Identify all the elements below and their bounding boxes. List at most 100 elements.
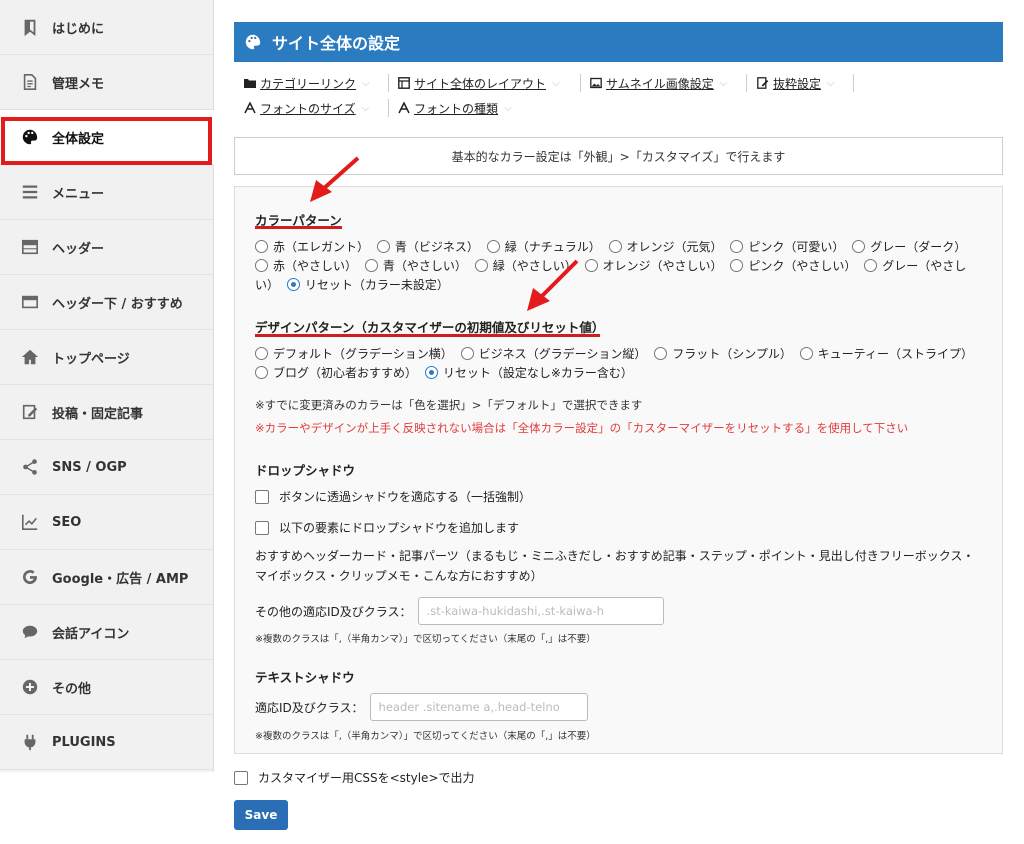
color-pattern-radio[interactable]	[864, 259, 878, 272]
radio-label: フラット（シンプル）	[672, 347, 792, 361]
google-icon	[20, 567, 40, 587]
design-pattern-option[interactable]: リセット（設定なし※カラー含む）	[424, 366, 633, 380]
info-text: 基本的なカラー設定は「外観」>「カスタマイズ」で行えます	[451, 149, 786, 164]
css-output-option[interactable]: カスタマイザー用CSSを<style>で出力	[234, 769, 475, 786]
design-pattern-radio[interactable]	[654, 347, 668, 360]
element-shadow-option[interactable]: 以下の要素にドロップシャドウを追加します	[255, 519, 519, 536]
sidebar-item-chat-icon[interactable]: 会話アイコン	[0, 605, 214, 660]
note-warning: ※カラーやデザインが上手く反映されない場合は「全体カラー設定」の「カスターマイザ…	[255, 421, 909, 435]
design-pattern-radio[interactable]	[424, 366, 438, 379]
design-pattern-radio[interactable]	[255, 347, 268, 360]
radio-label: ビジネス（グラデーション縦）	[478, 347, 647, 361]
annotation-arrow	[310, 156, 360, 202]
sidebar-item-header[interactable]: ヘッダー	[0, 220, 214, 275]
css-output-checkbox[interactable]	[234, 770, 248, 785]
font-size-icon	[244, 102, 256, 114]
color-pattern-option[interactable]: オレンジ（やさしい）	[584, 259, 723, 273]
sidebar-item-label: はじめに	[52, 21, 105, 37]
tab-category-link[interactable]: カテゴリーリンク ⌵	[244, 74, 370, 92]
checkbox-label: カスタマイザー用CSSを<style>で出力	[258, 771, 475, 785]
color-pattern-radio[interactable]	[474, 259, 488, 272]
color-pattern-radio[interactable]	[376, 240, 390, 253]
chevron-down-icon: ⌵	[361, 102, 370, 114]
field-label: 適応ID及びクラス：	[255, 700, 364, 715]
sidebar-item-other[interactable]: その他	[0, 660, 214, 715]
color-pattern-option[interactable]: 青（ビジネス）	[376, 240, 479, 254]
field-label: その他の適応ID及びクラス：	[255, 604, 412, 619]
color-pattern-option[interactable]: 青（やさしい）	[364, 259, 467, 273]
tab-divider	[746, 74, 747, 92]
drop-shadow-class-input[interactable]: .st-kaiwa-hukidashi,.st-kaiwa-h	[417, 597, 664, 625]
tab-label: カテゴリーリンク	[260, 76, 357, 91]
radio-label: ピンク（可愛い）	[748, 240, 845, 254]
image-icon	[590, 77, 602, 89]
design-pattern-radio[interactable]	[799, 347, 813, 360]
design-pattern-radio[interactable]	[255, 366, 268, 379]
header-layout-icon	[20, 237, 40, 257]
color-pattern-radio[interactable]	[486, 240, 500, 253]
color-pattern-option[interactable]: オレンジ（元気）	[608, 240, 723, 254]
tab-font-size[interactable]: フォントのサイズ ⌵	[244, 99, 369, 117]
design-pattern-option[interactable]: ブログ（初心者おすすめ）	[255, 366, 417, 380]
sidebar-item-posts[interactable]: 投稿・固定記事	[0, 385, 214, 440]
design-pattern-option[interactable]: キューティー（ストライプ）	[799, 347, 973, 361]
button-shadow-checkbox[interactable]	[255, 489, 269, 504]
sidebar-item-top-page[interactable]: トップページ	[0, 330, 214, 385]
drop-shadow-description: おすすめヘッダーカード・記事パーツ（まるもじ・ミニふきだし・おすすめ記事・ステッ…	[255, 549, 975, 583]
tab-site-layout[interactable]: サイト全体のレイアウト ⌵	[398, 74, 560, 92]
button-shadow-option[interactable]: ボタンに透過シャドウを適応する（一括強制）	[255, 488, 531, 505]
speech-bubble-icon	[20, 622, 40, 642]
radio-label: 赤（エレガント）	[273, 240, 370, 254]
radio-label: グレー（ダーク）	[870, 240, 967, 254]
color-pattern-radio[interactable]	[255, 240, 268, 253]
active-item-highlight	[1, 117, 212, 165]
color-pattern-option[interactable]: 赤（エレガント）	[255, 240, 369, 254]
design-pattern-option[interactable]: デフォルト（グラデーション横）	[255, 347, 453, 361]
color-pattern-radio[interactable]	[730, 240, 744, 253]
sidebar-item-menu[interactable]: メニュー	[0, 165, 214, 220]
sidebar-item-label: 会話アイコン	[52, 626, 130, 642]
card-icon	[20, 292, 40, 312]
radio-label: デフォルト（グラデーション横）	[273, 347, 453, 361]
color-pattern-option[interactable]: 緑（ナチュラル）	[486, 240, 601, 254]
design-pattern-radio[interactable]	[460, 347, 474, 360]
color-pattern-option[interactable]: 赤（やさしい）	[255, 259, 357, 273]
sidebar-item-memo[interactable]: 管理メモ	[0, 55, 214, 110]
tab-excerpt-settings[interactable]: 抜粋設定 ⌵	[757, 74, 835, 92]
tab-divider	[853, 74, 854, 92]
sidebar-item-label: SNS / OGP	[52, 459, 127, 475]
color-pattern-option[interactable]: ピンク（可愛い）	[730, 240, 844, 254]
sidebar-item-label: SEO	[52, 514, 82, 530]
color-pattern-radio[interactable]	[852, 240, 866, 253]
text-shadow-class-input[interactable]: header .sitename a,.head-telno	[369, 693, 588, 721]
color-pattern-option[interactable]: リセット（カラー未設定）	[286, 278, 449, 292]
save-button[interactable]: Save	[234, 800, 288, 830]
color-pattern-radio[interactable]	[286, 278, 300, 291]
tab-thumbnail-settings[interactable]: サムネイル画像設定 ⌵	[590, 74, 727, 92]
sidebar-item-hajimeni[interactable]: はじめに	[0, 0, 214, 55]
plus-circle-icon	[20, 677, 40, 697]
tab-label: サイト全体のレイアウト	[414, 76, 547, 91]
sidebar-item-header-below[interactable]: ヘッダー下 / おすすめ	[0, 275, 214, 330]
checkbox-label: ボタンに透過シャドウを適応する（一括強制）	[279, 490, 532, 504]
color-pattern-radio[interactable]	[364, 259, 378, 272]
tab-font-type[interactable]: フォントの種類 ⌵	[398, 99, 512, 117]
sidebar-item-label: ヘッダー下 / おすすめ	[52, 296, 183, 312]
tab-divider	[580, 74, 581, 92]
page-title: サイト全体の設定	[272, 34, 401, 53]
sidebar-item-label: メニュー	[52, 186, 105, 202]
design-pattern-option[interactable]: ビジネス（グラデーション縦）	[460, 347, 647, 361]
sidebar-item-google[interactable]: Google・広告 / AMP	[0, 550, 214, 605]
sidebar-item-label: PLUGINS	[52, 734, 116, 750]
sidebar-item-plugins[interactable]: PLUGINS	[0, 715, 214, 770]
sidebar-item-sns[interactable]: SNS / OGP	[0, 440, 214, 495]
chevron-down-icon: ⌵	[362, 77, 370, 89]
sidebar-item-seo[interactable]: SEO	[0, 495, 214, 550]
color-pattern-radio[interactable]	[730, 259, 744, 272]
color-pattern-option[interactable]: ピンク（やさしい）	[730, 259, 856, 273]
design-pattern-option[interactable]: フラット（シンプル）	[654, 347, 792, 361]
color-pattern-option[interactable]: グレー（ダーク）	[852, 240, 966, 254]
color-pattern-radio[interactable]	[608, 240, 622, 253]
element-shadow-checkbox[interactable]	[255, 520, 269, 535]
color-pattern-radio[interactable]	[255, 259, 268, 272]
